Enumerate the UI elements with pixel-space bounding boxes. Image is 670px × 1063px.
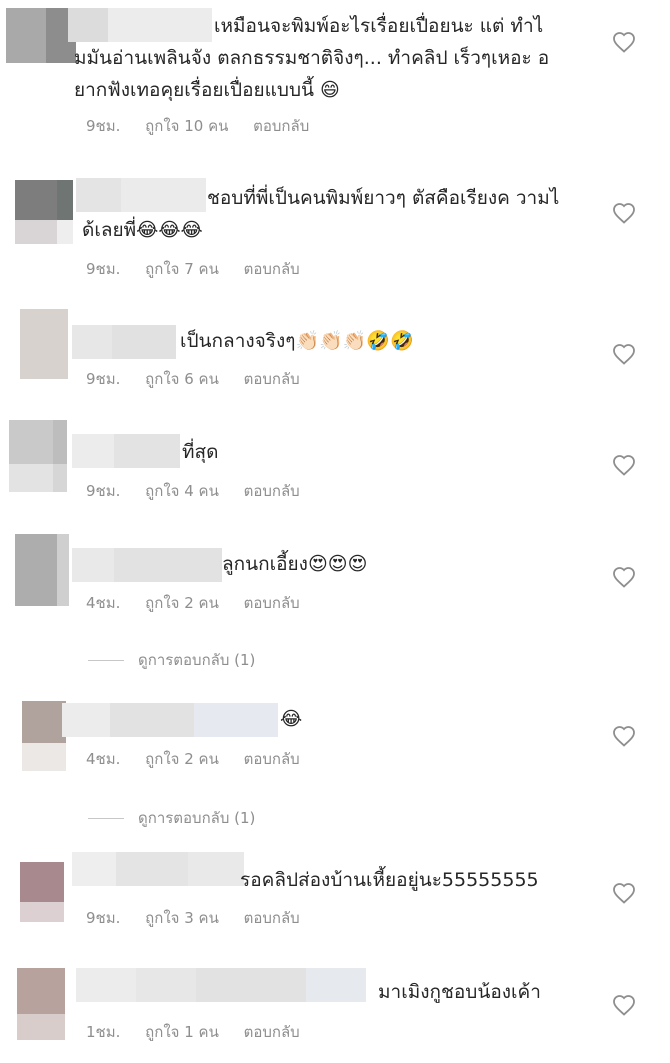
like-count[interactable]: ถูกใจ 3 คน (145, 909, 219, 927)
heart-outline-icon[interactable] (612, 882, 636, 904)
like-count[interactable]: ถูกใจ 6 คน (145, 370, 219, 388)
reply-button[interactable]: ตอบกลับ (244, 909, 300, 927)
like-count[interactable]: ถูกใจ 1 คน (145, 1023, 219, 1041)
heart-outline-icon[interactable] (612, 566, 636, 588)
username-blurred[interactable] (72, 548, 222, 582)
comment-meta: 9ชม. ถูกใจ 10 คน ตอบกลับ (86, 114, 329, 138)
comment-meta: 4ชม. ถูกใจ 2 คน ตอบกลับ (86, 747, 320, 771)
comment-text: ลูกนกเอี้ยง😍😍😍 (222, 553, 368, 575)
view-replies-label: ดูการตอบกลับ (1) (138, 651, 256, 669)
comment-item: ชอบที่พี่เป็นคนพิมพ์ยาวๆ ตัสคือเรียงค วา… (0, 170, 670, 280)
comment-time: 9ชม. (86, 482, 121, 500)
comment-meta: 9ชม. ถูกใจ 4 คน ตอบกลับ (86, 479, 320, 503)
like-count[interactable]: ถูกใจ 10 คน (145, 117, 228, 135)
heart-outline-icon[interactable] (612, 725, 636, 747)
comment-meta: 1ชม. ถูกใจ 1 คน ตอบกลับ (86, 1020, 320, 1044)
avatar[interactable] (15, 534, 69, 606)
comment-item: 😂 4ชม. ถูกใจ 2 คน ตอบกลับ (0, 695, 670, 785)
comment-item: ลูกนกเอี้ยง😍😍😍 4ชม. ถูกใจ 2 คน ตอบกลับ (0, 532, 670, 622)
heart-outline-icon[interactable] (612, 343, 636, 365)
comment-item: ที่สุด 9ชม. ถูกใจ 4 คน ตอบกลับ (0, 420, 670, 510)
comment-time: 9ชม. (86, 260, 121, 278)
view-replies-button[interactable]: ดูการตอบกลับ (1) (88, 806, 255, 830)
comment-text: มาเมิงกูชอบน้องเค้า (378, 981, 541, 1003)
comment-time: 9ชม. (86, 117, 121, 135)
comment-text: 😂 (280, 708, 303, 730)
like-count[interactable]: ถูกใจ 4 คน (145, 482, 219, 500)
comment-time: 1ชม. (86, 1023, 121, 1041)
reply-button[interactable]: ตอบกลับ (253, 117, 309, 135)
comment-meta: 4ชม. ถูกใจ 2 คน ตอบกลับ (86, 591, 320, 615)
heart-outline-icon[interactable] (612, 994, 636, 1016)
avatar[interactable] (20, 862, 64, 922)
username-blurred[interactable] (72, 852, 244, 886)
avatar[interactable] (17, 968, 65, 1040)
reply-button[interactable]: ตอบกลับ (244, 370, 300, 388)
heart-outline-icon[interactable] (612, 202, 636, 224)
username-blurred[interactable] (72, 325, 176, 359)
comment-item: เหมือนจะพิมพ์อะไรเรื่อยเปื่อยนะ แต่ ทำไม… (0, 0, 670, 145)
comment-meta: 9ชม. ถูกใจ 6 คน ตอบกลับ (86, 367, 320, 391)
comment-item: เป็นกลางจริงๆ👏🏻👏🏻👏🏻🤣🤣 9ชม. ถูกใจ 6 คน ตอ… (0, 305, 670, 395)
comment-text: เป็นกลางจริงๆ👏🏻👏🏻👏🏻🤣🤣 (180, 330, 414, 352)
like-count[interactable]: ถูกใจ 2 คน (145, 594, 219, 612)
heart-outline-icon[interactable] (612, 31, 636, 53)
comment-text: ชอบที่พี่เป็นคนพิมพ์ยาวๆ ตัสคือเรียงค วา… (82, 187, 560, 241)
avatar[interactable] (6, 8, 76, 63)
comment-time: 9ชม. (86, 370, 121, 388)
comment-time: 9ชม. (86, 909, 121, 927)
reply-button[interactable]: ตอบกลับ (244, 750, 300, 768)
like-count[interactable]: ถูกใจ 7 คน (145, 260, 219, 278)
comment-meta: 9ชม. ถูกใจ 7 คน ตอบกลับ (86, 257, 320, 281)
divider-line (88, 659, 124, 661)
reply-button[interactable]: ตอบกลับ (244, 260, 300, 278)
avatar[interactable] (20, 309, 68, 379)
username-blurred[interactable] (72, 434, 180, 468)
like-count[interactable]: ถูกใจ 2 คน (145, 750, 219, 768)
comment-text: ที่สุด (182, 441, 219, 463)
comment-item: มาเมิงกูชอบน้องเค้า 1ชม. ถูกใจ 1 คน ตอบก… (0, 960, 670, 1063)
comment-text: เหมือนจะพิมพ์อะไรเรื่อยเปื่อยนะ แต่ ทำไม… (74, 15, 550, 101)
view-replies-label: ดูการตอบกลับ (1) (138, 809, 256, 827)
comment-text: รอคลิปส่องบ้านเหี้ยอยู่นะ55555555 (240, 869, 539, 891)
username-blurred[interactable] (62, 703, 278, 737)
comment-meta: 9ชม. ถูกใจ 3 คน ตอบกลับ (86, 906, 320, 930)
view-replies-button[interactable]: ดูการตอบกลับ (1) (88, 648, 255, 672)
avatar[interactable] (22, 701, 66, 771)
avatar[interactable] (15, 180, 73, 244)
comment-time: 4ชม. (86, 594, 121, 612)
heart-outline-icon[interactable] (612, 454, 636, 476)
comment-time: 4ชม. (86, 750, 121, 768)
reply-button[interactable]: ตอบกลับ (244, 1023, 300, 1041)
divider-line (88, 817, 124, 819)
username-blurred[interactable] (76, 968, 366, 1002)
comment-item: รอคลิปส่องบ้านเหี้ยอยู่นะ55555555 9ชม. ถ… (0, 848, 670, 938)
reply-button[interactable]: ตอบกลับ (244, 594, 300, 612)
avatar[interactable] (9, 420, 67, 492)
reply-button[interactable]: ตอบกลับ (244, 482, 300, 500)
